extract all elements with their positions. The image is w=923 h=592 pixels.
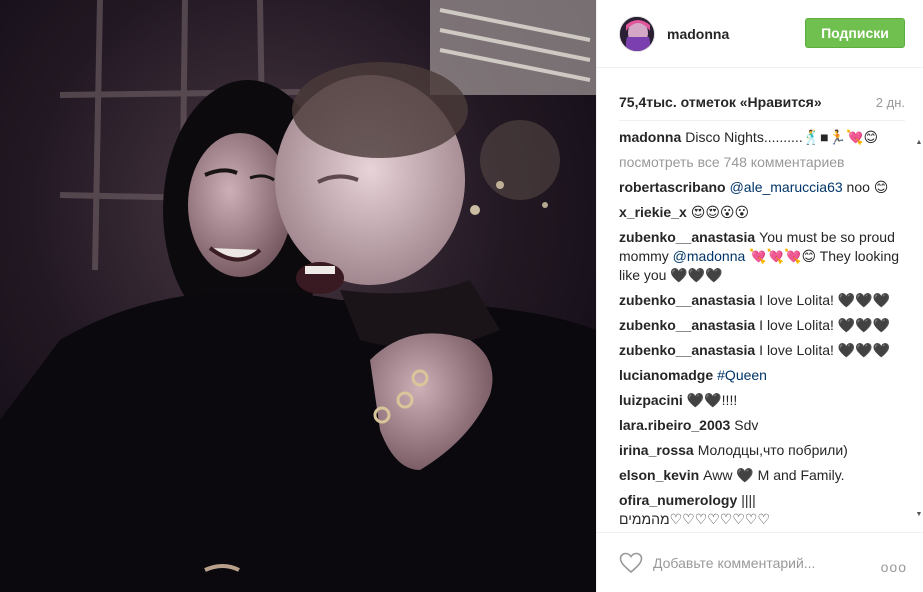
divider — [619, 120, 905, 121]
comment-item: zubenko__anastasia I love Lolita! 🖤🖤🖤 — [619, 341, 905, 360]
comment-username[interactable]: lucianomadge — [619, 367, 713, 383]
comment-item: zubenko__anastasia You must be so proud m… — [619, 228, 905, 285]
comment-item: robertascribano @ale_maruccia63 noo 😊 — [619, 178, 905, 197]
scroll-up-arrow-icon[interactable]: ▲ — [915, 138, 923, 148]
comment-item: x_riekie_x 😍😍😮😮 — [619, 203, 905, 222]
comment-item: irina_rossa Молодцы,что побрили) — [619, 441, 905, 460]
post-header: madonna Подписки — [597, 0, 923, 68]
comment-item: zubenko__anastasia I love Lolita! 🖤🖤🖤 — [619, 316, 905, 335]
view-all-comments-link[interactable]: посмотреть все 748 комментариев — [619, 153, 905, 172]
comment-text: I love Lolita! 🖤🖤🖤 — [759, 317, 891, 333]
comment-hashtag[interactable]: #Queen — [717, 367, 767, 383]
post-meta: 75,4тыс. отметок «Нравится» 2 дн. — [619, 92, 905, 112]
comment-text: Aww 🖤 M and Family. — [703, 467, 845, 483]
comment-text: I love Lolita! 🖤🖤🖤 — [759, 342, 891, 358]
comments-list: madonna Disco Nights..........🕺■🏃💘😊 посмо… — [619, 128, 905, 526]
comment-mention[interactable]: @ale_maruccia63 — [730, 179, 843, 195]
comment-username[interactable]: zubenko__anastasia — [619, 342, 755, 358]
comment-item: ofira_numerology ||||מהממים♡♡♡♡♡♡♡♡ — [619, 491, 905, 526]
comment-username[interactable]: lara.ribeiro_2003 — [619, 417, 730, 433]
post-photo[interactable] — [0, 0, 596, 592]
comment-text: Sdv — [734, 417, 759, 433]
comment-username[interactable]: zubenko__anastasia — [619, 229, 755, 245]
comment-item: luizpacini 🖤🖤!!!! — [619, 391, 905, 410]
add-comment-input[interactable]: Добавьте комментарий... — [653, 555, 853, 571]
caption-text: Disco Nights..........🕺■🏃💘😊 — [685, 129, 879, 145]
more-dots-icon[interactable]: ooo — [881, 559, 907, 575]
caption: madonna Disco Nights..........🕺■🏃💘😊 — [619, 128, 905, 147]
instagram-post-viewer: madonna Подписки 75,4тыс. отметок «Нрави… — [0, 0, 923, 592]
comment-username[interactable]: luizpacini — [619, 392, 683, 408]
comment-item: elson_kevin Aww 🖤 M and Family. — [619, 466, 905, 485]
comment-text: 😍😍😮😮 — [690, 204, 750, 220]
post-username[interactable]: madonna — [667, 26, 729, 42]
post-side-panel: madonna Подписки 75,4тыс. отметок «Нрави… — [596, 0, 923, 592]
comment-item: zubenko__anastasia I love Lolita! 🖤🖤🖤 — [619, 291, 905, 310]
post-footer: Добавьте комментарий... ooo — [597, 532, 923, 592]
comment-text: I love Lolita! 🖤🖤🖤 — [759, 292, 891, 308]
post-age[interactable]: 2 дн. — [876, 95, 905, 110]
comment-username[interactable]: zubenko__anastasia — [619, 317, 755, 333]
avatar-image — [620, 16, 654, 51]
comment-text: noo 😊 — [842, 179, 889, 195]
comment-item: lucianomadge #Queen — [619, 366, 905, 385]
comments-scrollbar[interactable]: ▲ ▼ — [915, 128, 923, 526]
caption-username[interactable]: madonna — [619, 129, 681, 145]
heart-outline-icon[interactable] — [619, 552, 643, 574]
comment-username[interactable]: elson_kevin — [619, 467, 699, 483]
photo-illustration — [0, 0, 596, 592]
scroll-down-arrow-icon[interactable]: ▼ — [915, 510, 923, 520]
comment-mention[interactable]: @madonna — [673, 248, 746, 264]
comment-username[interactable]: robertascribano — [619, 179, 726, 195]
avatar[interactable] — [619, 15, 655, 52]
following-button[interactable]: Подписки — [805, 18, 905, 48]
comment-text: Молодцы,что побрили) — [697, 442, 848, 458]
comment-username[interactable]: zubenko__anastasia — [619, 292, 755, 308]
comment-text: 🖤🖤!!!! — [686, 392, 738, 408]
comment-item: lara.ribeiro_2003 Sdv — [619, 416, 905, 435]
likes-count[interactable]: 75,4тыс. отметок «Нравится» — [619, 94, 822, 110]
comment-username[interactable]: x_riekie_x — [619, 204, 687, 220]
comment-username[interactable]: ofira_numerology — [619, 492, 737, 508]
comment-username[interactable]: irina_rossa — [619, 442, 694, 458]
